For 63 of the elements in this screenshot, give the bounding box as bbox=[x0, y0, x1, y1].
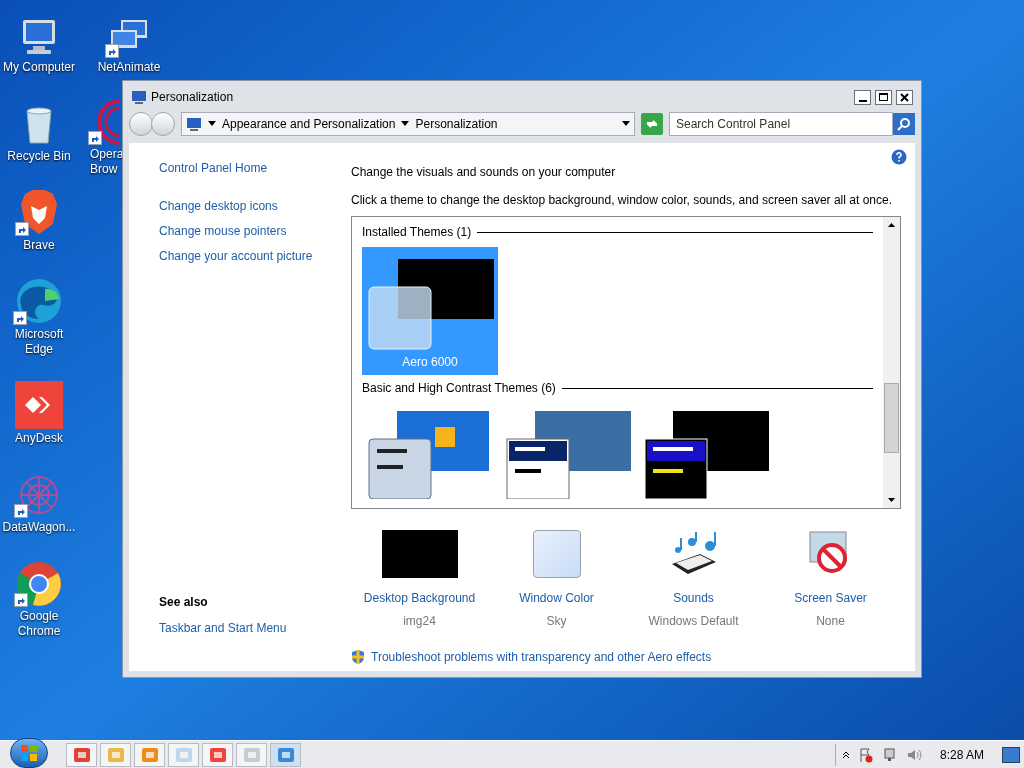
group-header: Installed Themes (1) bbox=[362, 224, 472, 241]
section-title: See also bbox=[159, 594, 209, 611]
setting-link[interactable]: Window Color bbox=[519, 589, 594, 607]
icon-label[interactable]: Google Chrome bbox=[0, 609, 78, 639]
monitor-icon bbox=[131, 90, 147, 104]
flag-icon[interactable] bbox=[857, 746, 874, 763]
app-icon[interactable] bbox=[15, 379, 63, 429]
taskbar-app-button[interactable] bbox=[202, 742, 233, 767]
address-bar[interactable]: Appearance and Personalization Personalization bbox=[181, 112, 635, 136]
icon-label[interactable]: NetAnimate bbox=[97, 60, 161, 75]
network-icon[interactable] bbox=[881, 746, 898, 763]
icon-label[interactable]: DataWagon... bbox=[2, 520, 76, 535]
maximize-button[interactable] bbox=[875, 89, 892, 105]
taskbar-app-button[interactable] bbox=[66, 742, 97, 767]
icon-label[interactable]: Opera Brow bbox=[90, 147, 120, 177]
start-button[interactable] bbox=[10, 737, 48, 768]
window-title: Personalization bbox=[151, 89, 234, 106]
refresh-button[interactable] bbox=[641, 113, 663, 135]
close-icon[interactable] bbox=[900, 92, 909, 102]
setting-value: img24 bbox=[403, 613, 436, 630]
close-button[interactable] bbox=[896, 89, 913, 105]
monitor-icon bbox=[186, 117, 202, 131]
breadcrumb-item[interactable]: Personalization bbox=[415, 115, 498, 133]
shield-icon bbox=[351, 649, 365, 665]
chevron-up-icon[interactable] bbox=[841, 750, 850, 759]
setting-link[interactable]: Screen Saver bbox=[794, 589, 867, 607]
sidebar-link[interactable]: Control Panel Home bbox=[159, 159, 351, 177]
sidebar-link[interactable]: Taskbar and Start Menu bbox=[159, 619, 351, 637]
caret-icon[interactable] bbox=[622, 121, 630, 127]
app-icon[interactable] bbox=[72, 745, 91, 764]
setting-value: Sky bbox=[546, 613, 567, 630]
clock[interactable]: 8:28 AM bbox=[939, 745, 984, 764]
sidebar-link[interactable]: Change mouse pointers bbox=[159, 222, 351, 240]
caret-icon[interactable] bbox=[208, 121, 216, 127]
scroll-thumb[interactable] bbox=[884, 383, 899, 453]
sidebar-link[interactable]: Change desktop icons bbox=[159, 197, 351, 215]
search-field[interactable]: Search Control Panel bbox=[669, 112, 893, 136]
caret-icon[interactable] bbox=[401, 121, 410, 127]
search-icon[interactable] bbox=[893, 113, 915, 135]
page-heading: Change the visuals and sounds on your computer bbox=[351, 164, 617, 181]
taskbar-app-button[interactable] bbox=[270, 742, 301, 767]
icon-label[interactable]: Brave bbox=[23, 238, 55, 253]
page-description: Click a theme to change the desktop background, window color, sounds, and screen saver all at once. bbox=[351, 192, 893, 209]
minimize-button[interactable] bbox=[854, 89, 871, 105]
sidebar-link[interactable]: Change your account picture bbox=[159, 247, 351, 265]
refresh-icon[interactable] bbox=[645, 118, 659, 130]
icon-label[interactable]: My Computer bbox=[3, 60, 75, 75]
setting-link[interactable]: Desktop Background bbox=[363, 589, 476, 607]
icon-label[interactable]: Microsoft Edge bbox=[0, 327, 78, 357]
color-swatch[interactable] bbox=[532, 530, 581, 578]
show-desktop-button[interactable] bbox=[1002, 746, 1020, 763]
icon-label[interactable]: Recycle Bin bbox=[7, 149, 71, 164]
group-header: Basic and High Contrast Themes (6) bbox=[362, 380, 556, 397]
setting-value: Windows Default bbox=[648, 613, 739, 630]
setting-link[interactable]: Sounds bbox=[673, 589, 714, 607]
breadcrumb-item[interactable]: Appearance and Personalization bbox=[222, 115, 396, 133]
scrollbar[interactable] bbox=[883, 217, 900, 508]
app-icon[interactable] bbox=[208, 745, 227, 764]
troubleshoot-link[interactable]: Troubleshoot problems with transparency and other Aero effects bbox=[371, 648, 712, 666]
icon-label[interactable]: AnyDesk bbox=[15, 431, 63, 446]
setting-value: None bbox=[816, 613, 845, 630]
wallpaper-thumbnail[interactable] bbox=[381, 530, 458, 578]
help-icon[interactable] bbox=[891, 149, 907, 165]
